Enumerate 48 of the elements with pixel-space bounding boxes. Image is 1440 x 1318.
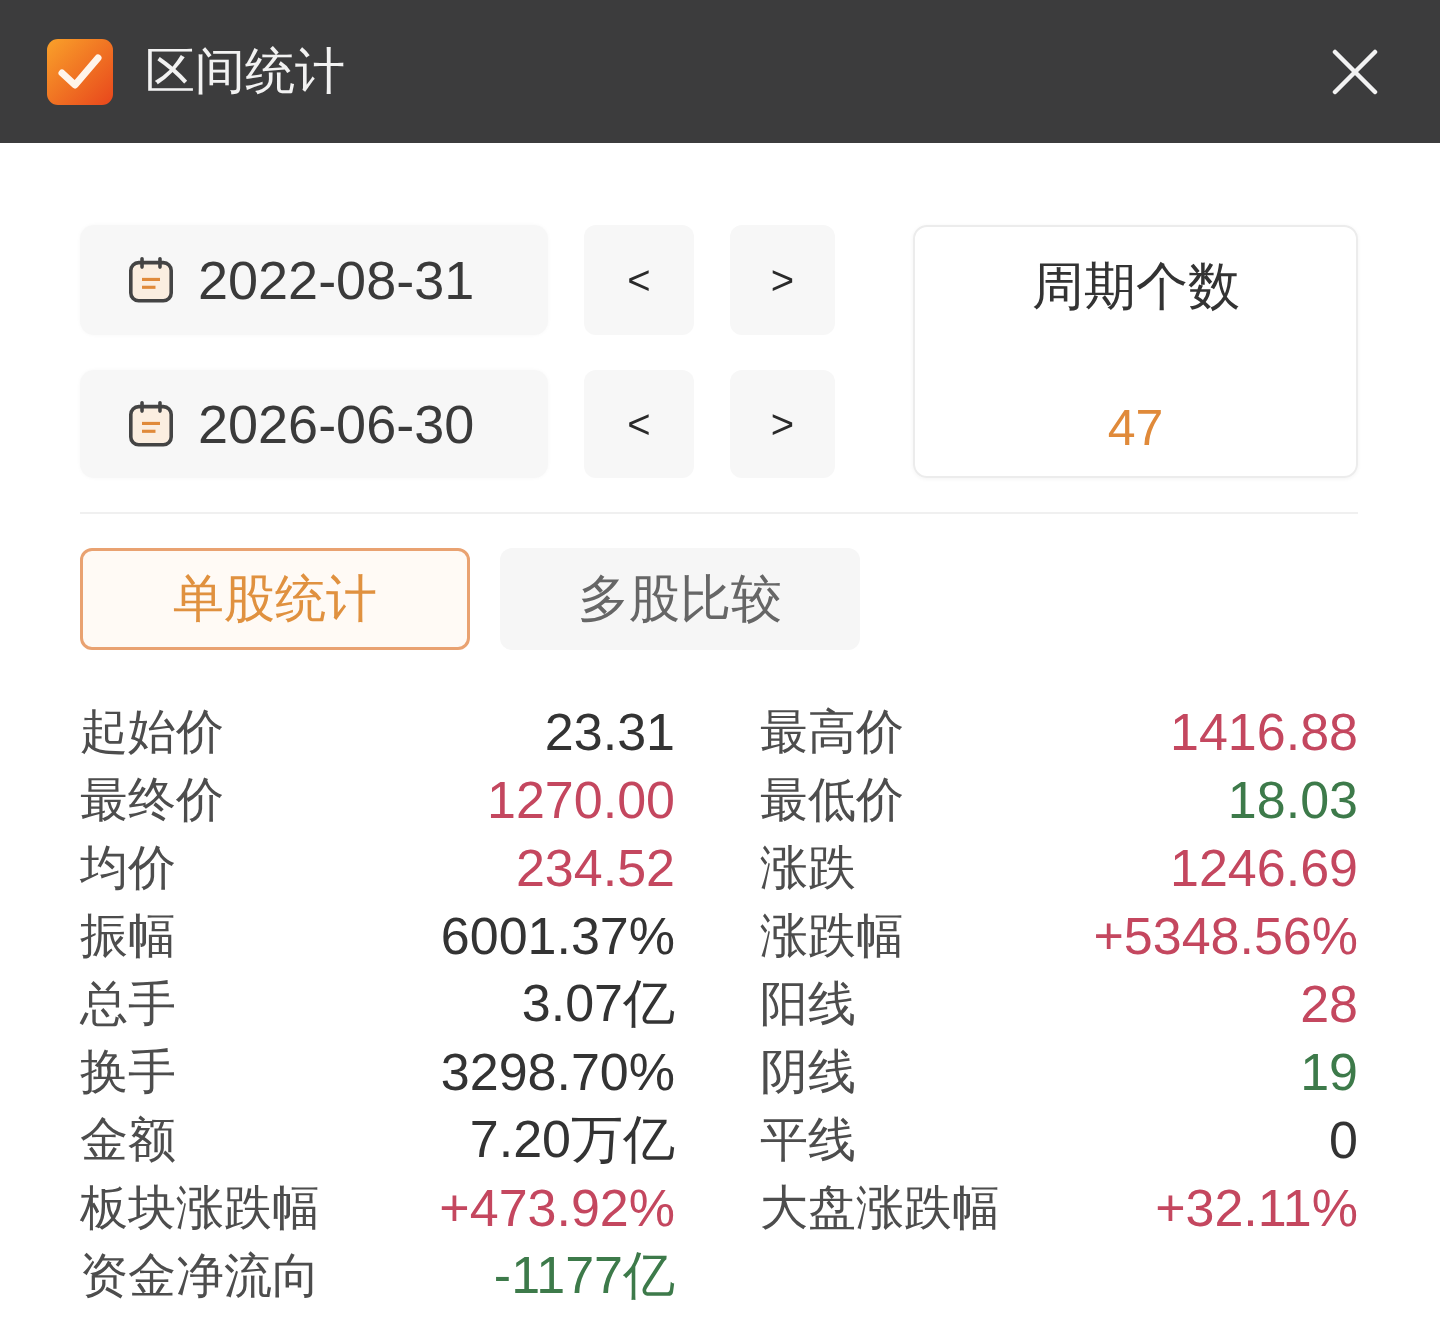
stat-value: 0 [1329,1110,1358,1170]
stat-value: 23.31 [544,702,675,762]
stat-label: 最高价 [760,704,904,760]
stat-label: 阳线 [760,976,856,1032]
stat-label: 阴线 [760,1044,856,1100]
stat-label: 最终价 [80,772,224,828]
stat-value: +473.92% [439,1178,675,1238]
stat-label: 涨跌 [760,840,856,896]
stat-value: -1177亿 [493,1245,675,1306]
stat-value: 6001.37% [440,906,675,966]
stat-value: +5348.56% [1093,906,1358,966]
stat-label: 平线 [760,1112,856,1168]
stat-value: +32.11% [1155,1178,1358,1238]
window-title: 区间统计 [145,44,346,99]
stat-value: 28 [1300,974,1358,1034]
stat-value: 1416.88 [1170,702,1358,762]
stat-value: 18.03 [1227,770,1358,830]
stat-value: 234.52 [515,838,675,898]
stat-label: 振幅 [80,908,176,964]
stat-label: 最低价 [760,772,904,828]
stat-label: 均价 [80,840,176,896]
period-count-value: 47 [1107,399,1164,458]
stat-label: 资金净流向 [80,1248,320,1304]
previous-button[interactable]: < [584,225,694,335]
stat-value: 3298.70% [440,1042,675,1102]
stat-value: 1246.69 [1170,838,1358,898]
date-field[interactable]: 2026-06-30 [80,370,548,478]
stat-label: 起始价 [80,704,224,760]
date-field[interactable]: 2022-08-31 [80,225,548,335]
stat-value: 1270.00 [487,770,675,830]
previous-button[interactable]: < [584,370,694,478]
stat-label: 金额 [80,1112,176,1168]
stat-label: 涨跌幅 [760,908,904,964]
stat-label: 板块涨跌幅 [80,1180,320,1236]
stat-value: 7.20万亿 [469,1109,675,1170]
stat-value: 19 [1300,1042,1358,1102]
close-icon[interactable] [1332,48,1378,95]
stat-label: 总手 [80,976,176,1032]
tab[interactable]: 多股比较 [500,548,860,650]
check-logo-icon [47,38,113,105]
next-button[interactable]: > [730,225,835,335]
period-count-label: 周期个数 [1031,256,1240,317]
stat-label: 换手 [80,1044,176,1100]
calendar-icon [128,401,174,447]
next-button[interactable]: > [730,370,835,478]
calendar-icon [128,257,174,303]
stat-label: 大盘涨跌幅 [760,1180,1000,1236]
stat-value: 3.07亿 [521,973,675,1034]
